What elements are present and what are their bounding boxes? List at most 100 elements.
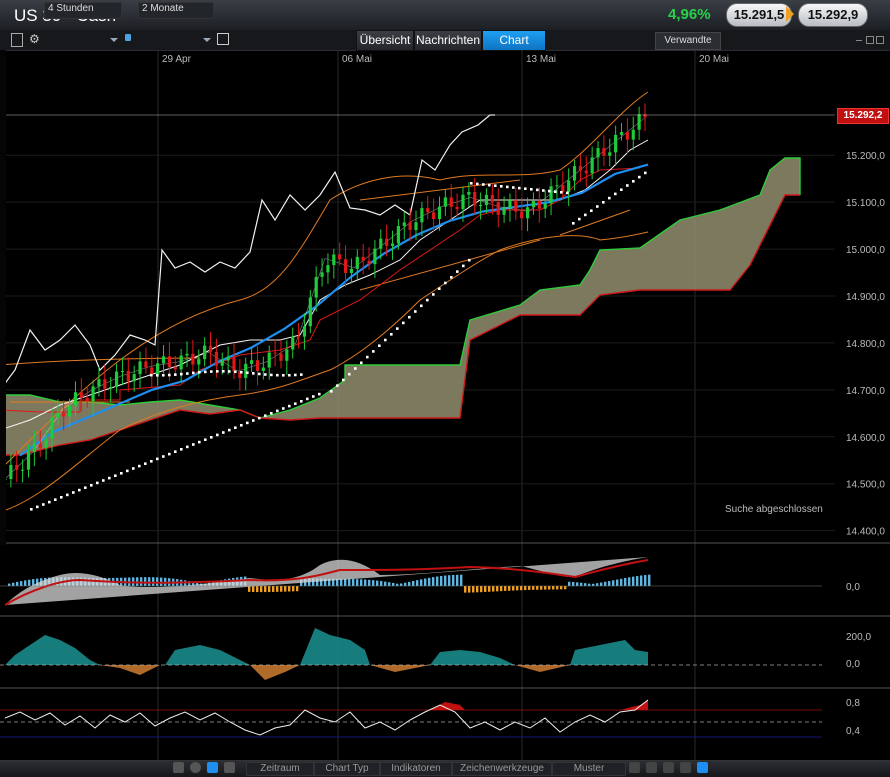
calendar-icon[interactable] (217, 33, 229, 45)
candle-body (578, 166, 583, 171)
sar-dot (156, 373, 159, 377)
sar-dot (578, 217, 581, 221)
restore-icon[interactable] (876, 36, 884, 44)
minimize-icon[interactable] (856, 40, 862, 41)
chart-type-button[interactable]: Chart Typ (314, 762, 380, 776)
y-tick-label: 14.700,0 (846, 386, 885, 397)
sar-dot (150, 373, 153, 377)
chevron-down-icon (203, 38, 211, 42)
macd-bar (516, 586, 519, 591)
sar-dot (342, 378, 345, 382)
zoom-in-icon[interactable] (663, 762, 674, 773)
candle-body (355, 256, 359, 269)
current-price-tag: 15.292,2 (837, 108, 889, 124)
zoom-out-icon[interactable] (646, 762, 657, 773)
ask-price-button[interactable]: 15.292,9 (798, 3, 868, 27)
window-icon[interactable] (11, 33, 23, 47)
sar-dot (240, 424, 243, 427)
macd-bar (592, 583, 595, 586)
macd-bar (644, 575, 647, 586)
patterns-button[interactable]: Muster (552, 762, 626, 776)
sar-dot (384, 338, 387, 342)
zoom-icon[interactable] (629, 762, 640, 773)
sar-dot (644, 171, 647, 175)
maximize-icon[interactable] (866, 36, 874, 44)
macd-bar (12, 582, 15, 586)
candle-body (32, 443, 36, 453)
crosshair-icon[interactable] (680, 762, 691, 773)
candle-body (173, 367, 177, 370)
macd-bar (564, 586, 567, 590)
macd-bar (252, 586, 255, 593)
macd-bar (292, 586, 295, 592)
status-text: Suche abgeschlossen (725, 504, 823, 515)
macd-bar (540, 586, 543, 590)
sar-dot (456, 270, 459, 273)
candle-body (120, 370, 125, 372)
sar-dot (318, 392, 321, 396)
macd-bar (616, 579, 619, 586)
sar-dot (204, 438, 207, 441)
indicators-button[interactable]: Indikatoren (380, 762, 452, 776)
drawing-tools-button[interactable]: Zeichenwerkzeuge (452, 762, 552, 776)
period-button[interactable]: Zeitraum (246, 762, 314, 776)
y-tick-label: 15.200,0 (846, 151, 885, 162)
sar-dot (282, 407, 285, 410)
x-tick-label: 20 Mai (699, 54, 729, 65)
refresh-icon[interactable] (173, 762, 184, 773)
sar-dot (66, 493, 69, 497)
macd-bar (396, 583, 399, 586)
chart-canvas[interactable]: 29 Apr 06 Mai 13 Mai 20 Mai 15.200,0 15.100,0… (0, 50, 890, 760)
sar-dot (258, 372, 261, 376)
gear-icon[interactable]: ⚙ (29, 32, 40, 46)
bid-price-button[interactable]: 15.291,5 (726, 3, 792, 27)
sar-dot (300, 373, 303, 376)
sar-dot (336, 384, 339, 387)
sar-dot (192, 371, 195, 375)
sar-dot (108, 476, 111, 480)
candle-body (608, 152, 612, 156)
tab-news[interactable]: Nachrichten (414, 30, 482, 51)
candle-body (596, 148, 600, 158)
tab-overview[interactable]: Übersicht (356, 30, 414, 51)
range-label: 2 Monate (142, 3, 184, 14)
macd-bar (476, 586, 479, 593)
sar-dot (354, 367, 357, 370)
sar-dot (222, 370, 225, 373)
sar-dot (102, 479, 105, 482)
tab-chart[interactable]: Chart (482, 30, 546, 51)
macd-bar (520, 586, 523, 591)
candle-body (273, 352, 277, 354)
sar-dot (246, 421, 249, 425)
link-icon[interactable] (697, 762, 708, 773)
pen-icon[interactable] (207, 762, 218, 773)
candle-body (250, 360, 254, 364)
macd-bar (460, 574, 463, 586)
sar-dot (282, 373, 285, 377)
interval-label: 4 Stunden (48, 3, 94, 14)
macd-bar (388, 582, 391, 586)
layout-icon[interactable] (224, 762, 235, 773)
candle-body (432, 212, 436, 220)
sar-dot (614, 192, 617, 196)
sar-dot (414, 310, 417, 313)
sar-dot (252, 372, 255, 375)
candle-body (26, 452, 31, 470)
sar-dot (294, 402, 297, 405)
sar-dot (36, 505, 39, 509)
macd-bar (556, 586, 559, 590)
candle-body (361, 256, 365, 261)
macd-bar (548, 586, 551, 590)
macd-bar (436, 576, 439, 586)
candle-body (244, 363, 248, 378)
sar-dot (264, 373, 267, 376)
candle-body (161, 356, 166, 364)
macd-bar (280, 586, 283, 592)
candle-body (437, 206, 442, 220)
no-symbol-icon[interactable] (190, 762, 201, 773)
related-button[interactable]: Verwandte (655, 32, 721, 50)
sar-dot (608, 196, 611, 200)
lock-icon[interactable] (125, 34, 131, 41)
macd-bar (288, 586, 291, 592)
sar-dot (210, 436, 213, 439)
